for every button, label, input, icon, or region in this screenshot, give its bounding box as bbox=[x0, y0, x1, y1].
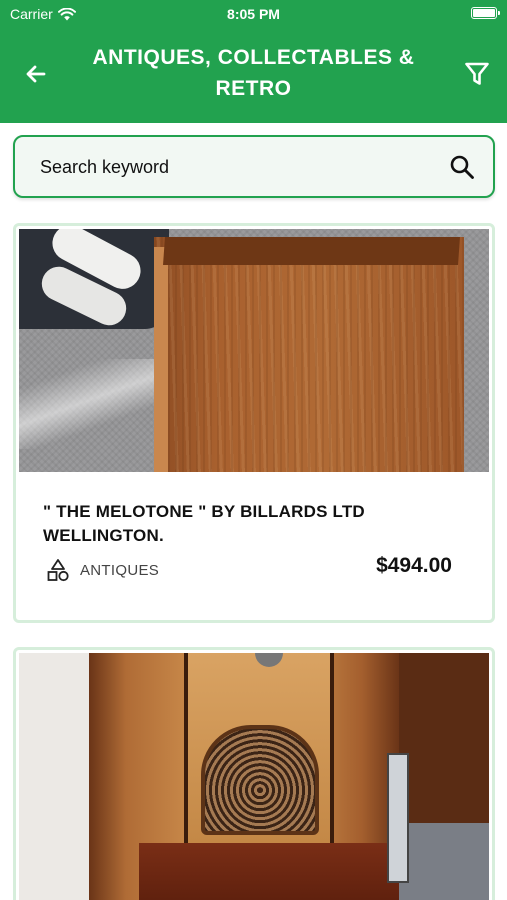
listing-card[interactable] bbox=[13, 647, 495, 900]
status-time: 8:05 PM bbox=[227, 6, 280, 22]
listing-title: " THE MELOTONE " BY BILLARDS LTD WELLING… bbox=[43, 502, 365, 545]
back-button[interactable] bbox=[20, 58, 52, 90]
category-label: ANTIQUES bbox=[80, 561, 160, 579]
filter-button[interactable] bbox=[461, 58, 493, 90]
listing-price: $494.00 bbox=[376, 554, 452, 577]
search-input[interactable] bbox=[40, 151, 420, 183]
battery-icon bbox=[471, 7, 500, 19]
search-bar bbox=[13, 135, 495, 198]
listing-photo[interactable] bbox=[19, 653, 489, 900]
status-bar: Carrier 8:05 PM bbox=[0, 0, 507, 28]
arrow-left-icon bbox=[26, 65, 46, 83]
screen: Carrier 8:05 PM ANTIQUES, COLLECTABLES &… bbox=[0, 0, 507, 900]
app-header: Carrier 8:05 PM ANTIQUES, COLLECTABLES &… bbox=[0, 0, 507, 123]
listing-photo[interactable] bbox=[19, 229, 489, 472]
listing-card[interactable]: " THE MELOTONE " BY BILLARDS LTD WELLING… bbox=[13, 223, 495, 623]
listing-category: ANTIQUES bbox=[46, 558, 159, 582]
filter-icon bbox=[465, 62, 489, 85]
page-title: ANTIQUES, COLLECTABLES & RETRO bbox=[92, 46, 415, 100]
search-icon[interactable] bbox=[449, 154, 475, 180]
shapes-icon bbox=[47, 559, 69, 582]
